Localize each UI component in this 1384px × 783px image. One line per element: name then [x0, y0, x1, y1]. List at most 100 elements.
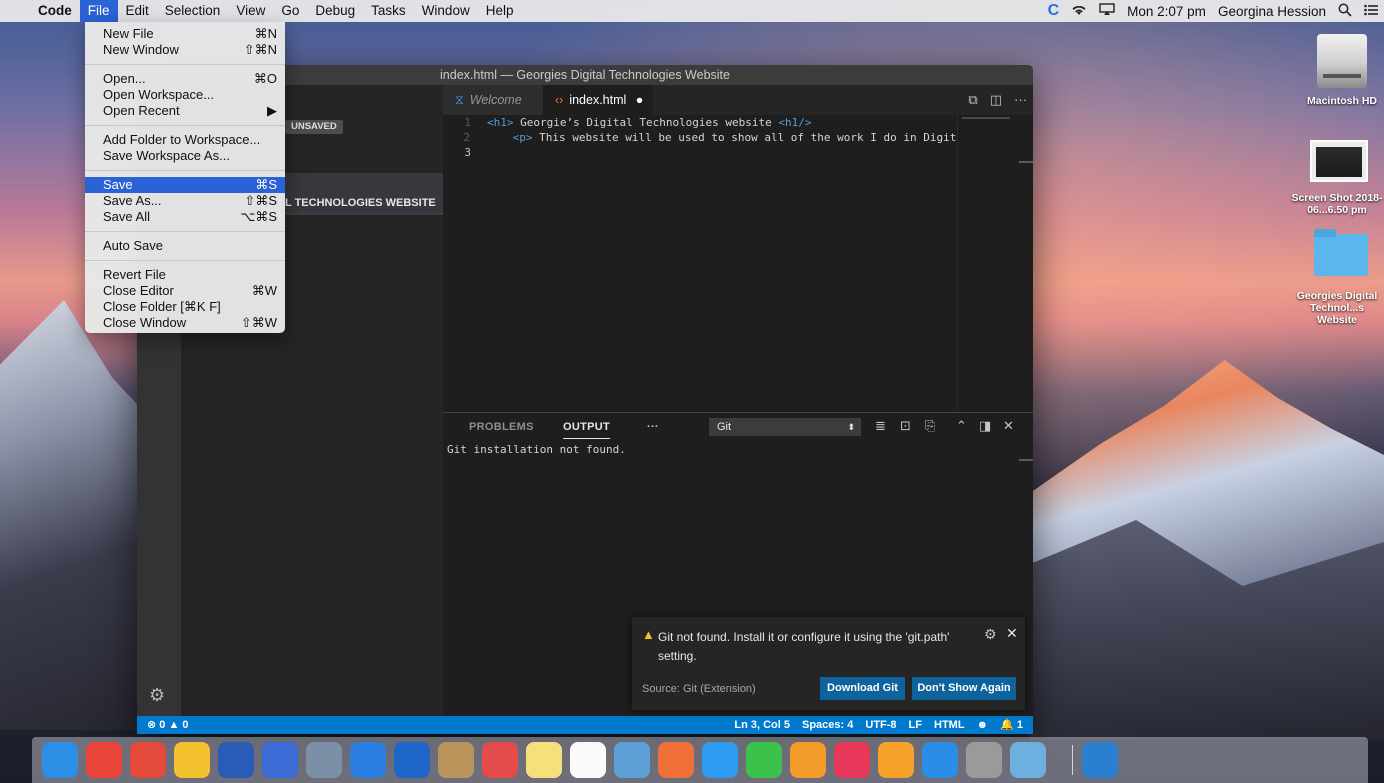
scroll-lock-icon[interactable]: ⊡: [900, 418, 911, 434]
unsaved-dot-icon[interactable]: ●: [636, 93, 644, 107]
output-channel-select[interactable]: Git ⬍: [709, 418, 861, 436]
menu-item-auto-save[interactable]: Auto Save: [85, 238, 285, 254]
dock-app-icon[interactable]: [702, 742, 738, 778]
code-editor[interactable]: 1 <h1> Georgie’s Digital Technologies we…: [443, 115, 963, 160]
menu-edit[interactable]: Edit: [118, 0, 157, 22]
encoding[interactable]: UTF-8: [865, 716, 896, 734]
airplay-icon[interactable]: [1099, 3, 1115, 19]
menu-file[interactable]: File: [79, 0, 118, 22]
dock-app-icon[interactable]: [42, 742, 78, 778]
dock-app-icon[interactable]: [570, 742, 606, 778]
dock-app-icon[interactable]: [526, 742, 562, 778]
dock-app-icon[interactable]: [1010, 742, 1046, 778]
line-number: 1: [464, 116, 471, 129]
dock-app-icon[interactable]: [130, 742, 166, 778]
menu-item-save-all[interactable]: Save All ⌥⌘S: [85, 209, 285, 225]
dock-app-icon[interactable]: [306, 742, 342, 778]
menubar-user[interactable]: Georgina Hession: [1218, 4, 1326, 19]
desktop-icon-project-folder[interactable]: Georgies Digital Technol...s Website: [1286, 229, 1384, 326]
code-tag: <p>: [486, 131, 533, 144]
menu-item-label: New Window: [103, 42, 179, 57]
menu-item-close-window[interactable]: Close Window ⇧⌘W: [85, 315, 285, 331]
dock-separator: [1072, 745, 1073, 775]
menu-item-close-folder[interactable]: Close Folder [⌘K F]: [85, 299, 285, 315]
indentation[interactable]: Spaces: 4: [802, 716, 853, 734]
menu-item-open[interactable]: Open... ⌘O: [85, 71, 285, 87]
notification-settings-icon[interactable]: ⚙: [984, 626, 997, 643]
creative-cloud-icon[interactable]: C: [1048, 2, 1060, 20]
dock-app-icon[interactable]: [174, 742, 210, 778]
menu-item-new-window[interactable]: New Window ⇧⌘N: [85, 42, 285, 58]
dock-app-icon[interactable]: [218, 742, 254, 778]
dont-show-again-button[interactable]: Don't Show Again: [912, 677, 1016, 700]
panel-more-icon[interactable]: ···: [647, 421, 659, 433]
tab-index-label: index.html: [569, 93, 627, 107]
open-preview-icon[interactable]: ⧉: [968, 85, 977, 115]
dock-app-icon[interactable]: [1082, 742, 1118, 778]
menu-item-new-file[interactable]: New File ⌘N: [85, 26, 285, 42]
menu-item-save-workspace-as[interactable]: Save Workspace As...: [85, 148, 285, 164]
open-log-icon[interactable]: ⎘: [925, 418, 935, 434]
menu-debug[interactable]: Debug: [307, 0, 363, 22]
split-editor-icon[interactable]: ◫: [990, 85, 1002, 115]
dock-app-icon[interactable]: [922, 742, 958, 778]
editor-scrollbar[interactable]: [1019, 115, 1033, 412]
tab-welcome[interactable]: ⧖ Welcome: [443, 85, 543, 115]
dock-app-icon[interactable]: [86, 742, 122, 778]
tab-output[interactable]: OUTPUT: [563, 421, 611, 439]
menu-selection[interactable]: Selection: [157, 0, 229, 22]
end-of-line[interactable]: LF: [909, 716, 922, 734]
menu-item-save-as[interactable]: Save As... ⇧⌘S: [85, 193, 285, 209]
menu-item-label: Add Folder to Workspace...: [103, 132, 261, 147]
menubar-clock[interactable]: Mon 2:07 pm: [1127, 4, 1206, 19]
spotlight-search-icon[interactable]: [1338, 3, 1352, 20]
dock-app-icon[interactable]: [438, 742, 474, 778]
menu-item-add-folder[interactable]: Add Folder to Workspace...: [85, 132, 285, 148]
menu-app-code[interactable]: Code: [30, 0, 80, 22]
cursor-position[interactable]: Ln 3, Col 5: [734, 716, 790, 734]
menu-item-open-recent[interactable]: Open Recent ▶: [85, 103, 285, 119]
dock-app-icon[interactable]: [790, 742, 826, 778]
dock-app-icon[interactable]: [746, 742, 782, 778]
clear-output-icon[interactable]: ≣: [875, 418, 886, 434]
menu-separator: [85, 231, 285, 232]
menu-go[interactable]: Go: [273, 0, 307, 22]
dock-app-icon[interactable]: [262, 742, 298, 778]
desktop-icon-screenshot[interactable]: Screen Shot 2018-06...6.50 pm: [1286, 140, 1384, 220]
dock-app-icon[interactable]: [482, 742, 518, 778]
tab-index-html[interactable]: ‹› index.html ●: [543, 85, 653, 115]
dock-app-icon[interactable]: [614, 742, 650, 778]
menu-view[interactable]: View: [228, 0, 273, 22]
dock-app-icon[interactable]: [966, 742, 1002, 778]
notification-close-icon[interactable]: ✕: [1006, 625, 1018, 642]
menu-tasks[interactable]: Tasks: [363, 0, 414, 22]
tab-problems[interactable]: PROBLEMS: [469, 421, 534, 433]
desktop-icon-label: Screen Shot 2018-06...6.50 pm: [1291, 192, 1383, 216]
dock-app-icon[interactable]: [658, 742, 694, 778]
menu-item-close-editor[interactable]: Close Editor ⌘W: [85, 283, 285, 299]
maximize-panel-icon[interactable]: ⌃: [956, 418, 967, 434]
menu-help[interactable]: Help: [478, 0, 522, 22]
settings-gear-icon[interactable]: ⚙: [149, 685, 165, 706]
dock-app-icon[interactable]: [350, 742, 386, 778]
project-folder-label: L TECHNOLOGIES WEBSITE: [285, 197, 436, 209]
menu-item-save[interactable]: Save ⌘S: [85, 177, 285, 193]
more-actions-icon[interactable]: ···: [1014, 85, 1027, 115]
menu-item-open-workspace[interactable]: Open Workspace...: [85, 87, 285, 103]
menu-item-revert-file[interactable]: Revert File: [85, 267, 285, 283]
feedback-smiley-icon[interactable]: ☻: [977, 716, 989, 734]
close-panel-icon[interactable]: ✕: [1003, 418, 1014, 434]
wifi-icon[interactable]: [1071, 3, 1087, 19]
desktop-icon-macintosh-hd[interactable]: Macintosh HD: [1301, 34, 1383, 110]
dock-app-icon[interactable]: [394, 742, 430, 778]
menu-window[interactable]: Window: [414, 0, 478, 22]
notifications-bell-icon[interactable]: 🔔 1: [1000, 716, 1023, 734]
notification-center-icon[interactable]: [1364, 3, 1378, 19]
problems-count[interactable]: ⊗ 0 ▲ 0: [147, 716, 189, 734]
toggle-panel-position-icon[interactable]: ◨: [979, 418, 991, 434]
dock-app-icon[interactable]: [878, 742, 914, 778]
download-git-button[interactable]: Download Git: [820, 677, 905, 700]
minimap[interactable]: [957, 115, 1019, 412]
dock-app-icon[interactable]: [834, 742, 870, 778]
language-mode[interactable]: HTML: [934, 716, 965, 734]
